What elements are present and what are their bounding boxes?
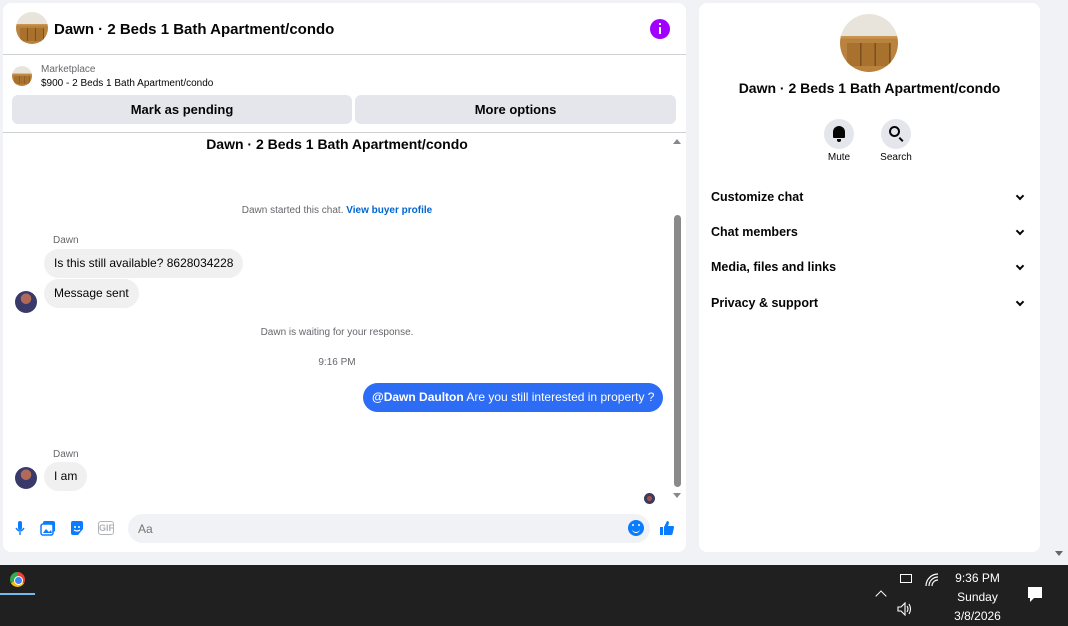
clock-day: Sunday [957,590,998,604]
avatar[interactable] [15,291,37,313]
search-icon [889,126,900,137]
active-app-indicator [0,593,35,595]
section-label: Customize chat [711,190,804,204]
incoming-message[interactable]: I am [44,462,88,491]
more-options-button[interactable]: More options [355,95,676,124]
message-scrollbar[interactable] [671,133,683,503]
chat-started-notice: Dawn started this chat. View buyer profi… [3,205,671,216]
notification-icon[interactable] [1028,587,1042,602]
scroll-thumb[interactable] [674,215,681,487]
taskbar-clock[interactable]: 9:36 PM Sunday 3/8/2026 [940,569,1015,626]
gif-icon[interactable]: GIF [98,521,114,535]
taskbar: 9:36 PM Sunday 3/8/2026 [0,565,1068,626]
scroll-down-arrow-icon[interactable] [673,493,681,498]
outgoing-message-text: Are you still interested in property ? [463,390,655,404]
section-label: Media, files and links [711,260,837,274]
incoming-message[interactable]: Message sent [44,279,139,308]
section-label: Privacy & support [711,296,818,310]
message-composer: GIF [3,513,686,543]
sticker-icon[interactable] [69,520,85,536]
chrome-taskbar-button[interactable] [0,565,35,595]
chat-started-text: Dawn started this chat. [241,205,344,216]
mute-label: Mute [827,152,851,163]
page-scroll-down-icon[interactable] [1055,551,1063,556]
customize-chat-section[interactable]: Customize chat [711,190,1029,210]
chat-header: Dawn · 2 Beds 1 Bath Apartment/condo [3,3,686,55]
info-icon[interactable] [650,19,670,39]
chat-members-section[interactable]: Chat members [711,225,1029,245]
search-label: Search [880,152,912,163]
seen-indicator-avatar [644,493,655,504]
chevron-down-icon [1015,191,1025,201]
clock-date: 3/8/2026 [954,609,1001,623]
chevron-down-icon [1015,261,1025,271]
volume-icon[interactable] [897,601,913,619]
scroll-up-arrow-icon[interactable] [673,139,681,144]
info-panel-title: Dawn · 2 Beds 1 Bath Apartment/condo [738,80,1001,96]
listing-photo[interactable] [840,14,898,72]
photo-icon[interactable] [40,520,56,536]
listing-small-thumbnail [12,66,32,86]
chat-panel: Dawn · 2 Beds 1 Bath Apartment/condo Mar… [3,3,686,552]
message-input[interactable] [128,514,650,543]
incoming-message[interactable]: Is this still available? 8628034228 [44,249,244,278]
privacy-support-section[interactable]: Privacy & support [711,296,1029,316]
like-icon[interactable] [659,520,675,536]
chevron-down-icon [1015,226,1025,236]
mark-as-pending-button[interactable]: Mark as pending [12,95,352,124]
bell-icon [833,126,845,142]
conversation-info-panel: Dawn · 2 Beds 1 Bath Apartment/condo Mut… [699,3,1040,552]
sender-name: Dawn [53,449,79,460]
listing-thumbnail[interactable] [16,12,48,44]
avatar[interactable] [15,467,37,489]
clock-time: 9:36 PM [955,571,1000,585]
chevron-down-icon [1015,297,1025,307]
waiting-notice: Dawn is waiting for your response. [260,327,414,338]
marketplace-listing-row[interactable]: Marketplace $900 - 2 Beds 1 Bath Apartme… [3,56,686,94]
conversation-title: Dawn · 2 Beds 1 Bath Apartment/condo [206,136,468,152]
search-button[interactable] [881,119,911,149]
marketplace-label: Marketplace [41,64,96,75]
message-timestamp: 9:16 PM [318,357,356,368]
sender-name: Dawn [53,235,79,246]
wifi-icon[interactable] [925,573,939,590]
mic-icon[interactable] [12,520,28,536]
battery-icon[interactable] [900,574,912,583]
message-list[interactable]: Dawn · 2 Beds 1 Bath Apartment/condo Daw… [3,132,686,504]
section-label: Chat members [711,225,798,239]
mute-button[interactable] [824,119,854,149]
media-files-links-section[interactable]: Media, files and links [711,260,1029,280]
mention[interactable]: @Dawn Daulton [372,390,464,404]
chrome-icon [10,572,25,587]
chat-title[interactable]: Dawn · 2 Beds 1 Bath Apartment/condo [54,21,334,38]
emoji-icon[interactable] [628,520,644,536]
show-hidden-icons-chevron-icon[interactable] [875,590,887,602]
outgoing-message[interactable]: @Dawn Daulton Are you still interested i… [363,383,664,412]
listing-price-title: $900 - 2 Beds 1 Bath Apartment/condo [41,78,214,89]
view-buyer-profile-link[interactable]: View buyer profile [346,205,432,216]
